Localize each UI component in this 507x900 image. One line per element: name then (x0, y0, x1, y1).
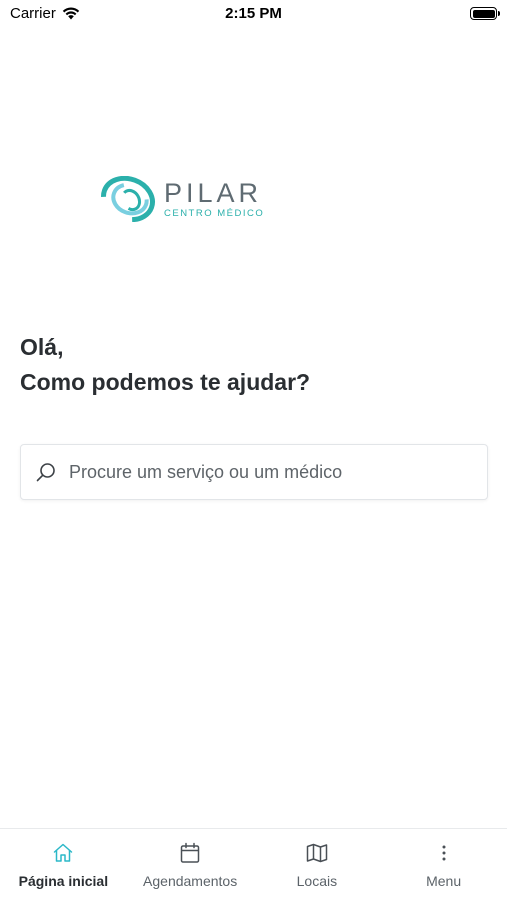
logo-text: PILAR CENTRO MÉDICO (164, 179, 264, 220)
logo-name: PILAR (164, 177, 263, 208)
tab-locais[interactable]: Locais (254, 829, 381, 900)
status-bar: Carrier 2:15 PM (0, 0, 507, 30)
tab-locais-label: Locais (296, 873, 338, 889)
tab-menu[interactable]: Menu (380, 829, 507, 900)
battery-icon (470, 7, 500, 20)
calendar-icon (180, 842, 200, 863)
tab-agendamentos[interactable]: Agendamentos (127, 829, 254, 900)
tab-home-label: Página inicial (18, 873, 109, 889)
logo-subtitle: CENTRO MÉDICO (164, 207, 265, 219)
status-time: 2:15 PM (225, 5, 282, 22)
search-box[interactable] (20, 444, 488, 500)
tab-menu-label: Menu (426, 873, 462, 889)
logo-mark-icon (101, 176, 155, 222)
map-icon (306, 843, 328, 863)
greeting-heading: Olá, Como podemos te ajudar? (20, 330, 310, 400)
pilar-logo: PILAR CENTRO MÉDICO (100, 176, 264, 222)
home-screen: Carrier 2:15 PM PILAR CENTRO MÉDICO Olá,… (0, 0, 507, 900)
greeting-line-1: Olá, (20, 334, 64, 360)
tab-agendamentos-label: Agendamentos (143, 873, 238, 889)
greeting-line-2: Como podemos te ajudar? (20, 369, 311, 395)
tab-home[interactable]: Página inicial (0, 829, 127, 900)
tab-bar: Página inicial Agendamentos Locais Menu (0, 828, 507, 900)
home-icon (54, 843, 73, 862)
more-vertical-icon (442, 845, 446, 861)
search-input[interactable] (69, 461, 469, 483)
search-icon (36, 463, 55, 482)
